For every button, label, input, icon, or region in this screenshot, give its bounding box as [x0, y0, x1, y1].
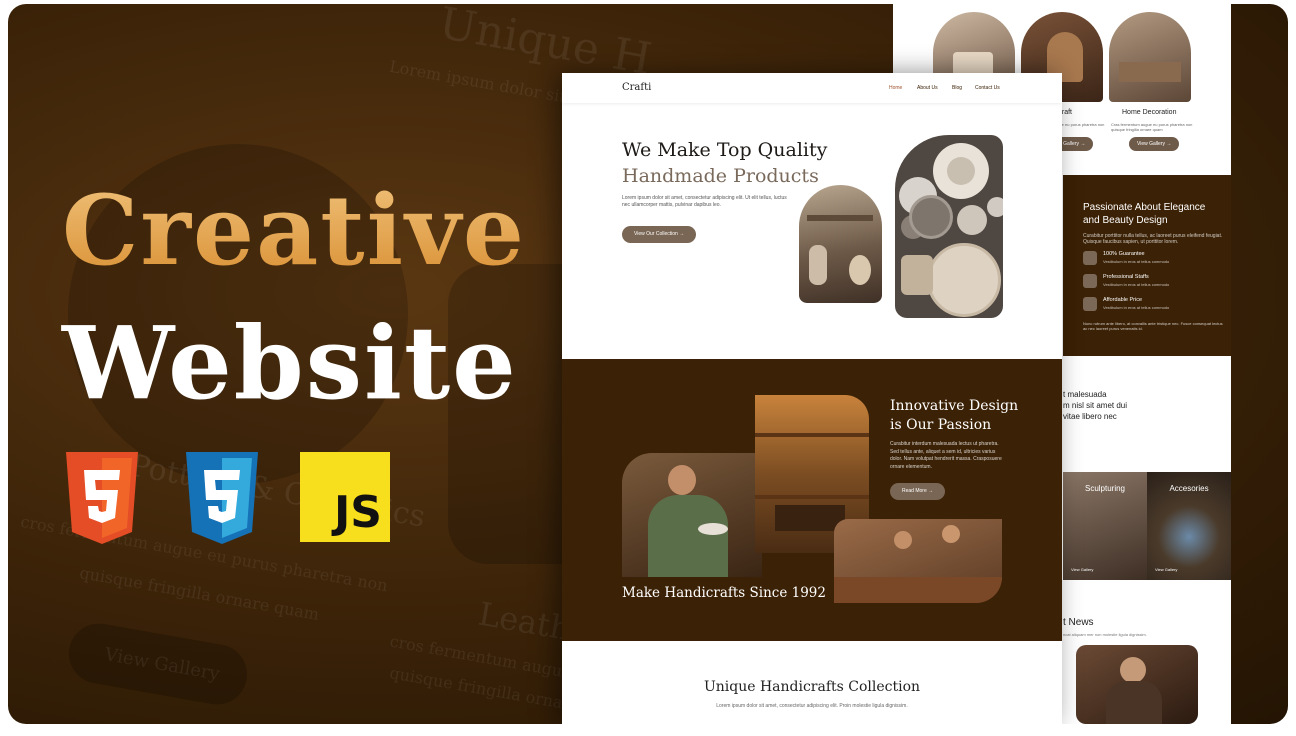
partial-text-2: m nisl sit amet dui	[1063, 401, 1128, 410]
passion-heading-line1: Innovative Design	[890, 398, 1019, 414]
collection-heading: Unique Handicrafts Collection	[703, 679, 921, 695]
navbar: Crafti Home About Us Blog Contact Us	[562, 73, 1062, 103]
elegance-section: Passionate About Elegance and Beauty Des…	[1063, 175, 1231, 356]
partial-text-3: vitae libero nec	[1063, 412, 1117, 421]
website-preview-main: Crafti Home About Us Blog Contact Us We …	[562, 73, 1062, 724]
accessories-tile[interactable]: Accesories View Gallery	[1147, 472, 1231, 580]
html5-icon	[66, 452, 138, 544]
hero-shop-image	[799, 185, 882, 303]
passion-section: Innovative Design is Our Passion Curabit…	[562, 359, 1062, 641]
headline-creative: Creative	[62, 174, 526, 287]
tile-view-gallery[interactable]: View Gallery	[1071, 567, 1093, 572]
partial-text-1: t malesuada	[1063, 390, 1107, 399]
guarantee-icon	[1083, 251, 1097, 265]
view-collection-button[interactable]: View Our Collection →	[622, 226, 697, 243]
elegance-paragraph: Curabitur porttitor nulla tellus, ac lao…	[1083, 233, 1223, 245]
elegance-footnote: Nunc rutrum ante libero, at convallis an…	[1083, 321, 1223, 331]
nav-home[interactable]: Home	[889, 85, 902, 91]
feature-text: Vestibulum in eros at tellus commodo	[1103, 305, 1170, 310]
javascript-label: JS	[333, 487, 382, 538]
price-icon	[1083, 297, 1097, 311]
hero-paragraph: Lorem ipsum dolor sit amet, consectetur …	[622, 195, 787, 208]
feature-title: Affordable Price	[1103, 297, 1143, 303]
feature-text: Vestibulum in eros at tellus commodo	[1103, 282, 1170, 287]
site-logo[interactable]: Crafti	[622, 82, 651, 93]
collection-paragraph: Lorem ipsum dolor sit amet, consectetur …	[716, 703, 908, 709]
home-decoration-image	[1109, 12, 1191, 102]
feature-title: Professional Staffs	[1103, 274, 1149, 280]
tile-label: Sculpturing	[1084, 484, 1126, 493]
headline-website: Website	[62, 304, 518, 422]
card-label-home-decoration: Home Decoration	[1122, 109, 1177, 116]
thumbnail-frame: Unique H Lorem ipsum dolor sit ar Potter…	[8, 4, 1288, 724]
since-1992-caption: Make Handicrafts Since 1992	[622, 585, 826, 601]
hero-heading-line1: We Make Top Quality	[622, 139, 828, 161]
staff-icon	[1083, 274, 1097, 288]
passion-heading: Innovative Design is Our Passion	[890, 397, 1018, 435]
feature-title: 100% Guarantee	[1103, 251, 1145, 257]
javascript-icon: JS	[300, 452, 390, 542]
news-text: ncat aliquam mer non molestie ligula dig…	[1063, 632, 1147, 637]
potter-image	[622, 453, 762, 577]
nav-about[interactable]: About Us	[917, 85, 938, 91]
elegance-heading: Passionate About Elegance and Beauty Des…	[1083, 202, 1206, 226]
nav-contact[interactable]: Contact Us	[975, 85, 1000, 91]
sculpturing-tile[interactable]: Sculpturing View Gallery	[1063, 472, 1147, 580]
nav-blog[interactable]: Blog	[952, 85, 962, 91]
tile-view-gallery[interactable]: View Gallery	[1155, 567, 1177, 572]
passion-heading-line2: is Our Passion	[890, 417, 992, 433]
craftsmen-image	[834, 519, 1002, 603]
view-gallery-button-home[interactable]: View Gallery →	[1129, 137, 1180, 151]
feature-text: Vestibulum in eros at tellus commodo	[1103, 259, 1170, 264]
passion-paragraph: Curabitur interdum malesuada lectus ut p…	[890, 441, 1002, 470]
read-more-button[interactable]: Read More →	[890, 483, 946, 500]
news-heading: t News	[1063, 617, 1094, 628]
css3-icon	[186, 452, 258, 544]
card-text-home: Cras fermentum augue eu purus pharetra n…	[1111, 122, 1193, 132]
news-image	[1076, 645, 1198, 724]
hero-heading-line2: Handmade Products	[622, 165, 819, 187]
hero-ceramics-image	[895, 135, 1003, 318]
tile-label: Accesories	[1169, 484, 1209, 493]
